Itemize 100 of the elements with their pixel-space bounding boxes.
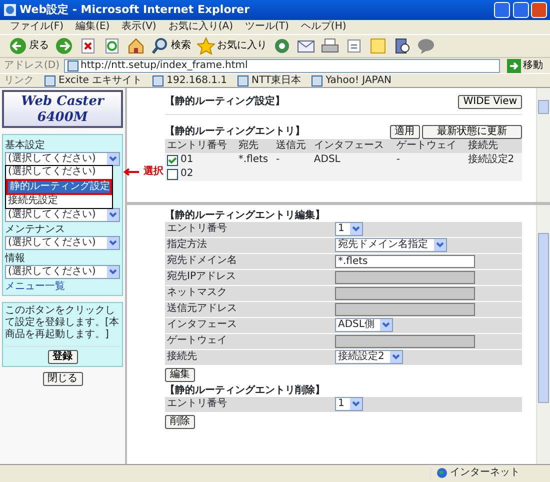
column-header: 送信元 (274, 139, 312, 153)
field-label: エントリ番号 (166, 223, 228, 235)
text-field[interactable] (335, 334, 475, 348)
page-icon (152, 74, 164, 86)
ie-icon (3, 3, 17, 17)
section-title: 【静的ルーティングエントリ削除】 (165, 384, 326, 396)
select-field[interactable]: (選択してください) (5, 152, 120, 166)
address-label: アドレス(D) (4, 60, 60, 72)
globe-icon (436, 467, 448, 479)
delete-button[interactable]: 削除 (165, 415, 195, 429)
field-label: 接続先 (166, 351, 198, 363)
table-cell: ADSL (314, 154, 340, 165)
group-label: 基本設定 (5, 140, 46, 152)
speech-bubble-icon (417, 37, 435, 55)
select-field[interactable]: ADSL側 (335, 318, 394, 332)
note-icon (369, 37, 387, 55)
forward-icon (55, 37, 73, 55)
checkbox[interactable] (167, 154, 178, 166)
select-field[interactable]: 宛先ドメイン名指定 (335, 238, 447, 252)
links-label: リンク (4, 74, 34, 86)
window-title: Web設定 - Microsoft Internet Explorer (20, 3, 251, 17)
field-label: 宛先IPアドレス (166, 271, 237, 283)
minimize-button[interactable] (494, 2, 510, 18)
column-header: 宛先 (236, 139, 274, 153)
checkbox[interactable] (167, 168, 178, 180)
field-label: 送信元アドレス (166, 303, 238, 315)
select-field[interactable]: (選択してください) (5, 264, 120, 278)
column-header: ゲートウェイ (394, 139, 466, 153)
edit-button[interactable]: 編集 (165, 368, 195, 382)
dropdown-option[interactable]: (選択してください) (6, 166, 112, 179)
select-field[interactable]: 1 (335, 222, 364, 236)
menu-list-link[interactable]: メニュー一覧 (5, 281, 120, 293)
arrow-icon (123, 168, 141, 176)
home-icon (127, 37, 145, 55)
select-field[interactable]: 1 (335, 397, 364, 411)
text-field[interactable] (335, 270, 475, 284)
link-item[interactable]: 192.168.1.1 (152, 74, 228, 86)
field-label: 宛先ドメイン名 (166, 255, 238, 267)
maximize-button[interactable] (512, 2, 528, 18)
apply-button[interactable]: 適用 (390, 125, 420, 139)
close-button[interactable]: 閉じる (42, 372, 82, 386)
table-cell: 02 (180, 168, 194, 180)
page-icon (44, 74, 56, 86)
scrollbar[interactable] (536, 205, 550, 464)
link-item[interactable]: Yahoo! JAPAN (311, 74, 392, 86)
wide-view-button[interactable]: WIDE View (458, 95, 522, 109)
refresh-button[interactable]: 最新状態に更新 (422, 125, 522, 139)
select-field[interactable]: (選択してください) (5, 236, 120, 250)
group-label: 情報 (5, 252, 26, 264)
register-button[interactable]: 登録 (48, 350, 78, 364)
link-item[interactable]: Excite エキサイト (44, 74, 142, 86)
menu-item[interactable]: 表示(V) (122, 21, 156, 33)
star-icon (197, 37, 215, 55)
logo: Web Caster 6400M (2, 90, 123, 128)
field-label: ネットマスク (166, 287, 228, 299)
field-label: インタフェース (166, 319, 238, 331)
scrollbar[interactable] (536, 88, 550, 202)
table-cell: 接続設定2 (468, 154, 514, 165)
search-button[interactable]: 検索 (148, 37, 194, 55)
field-label: エントリ番号 (166, 398, 228, 410)
back-button[interactable]: 戻る (6, 37, 52, 55)
printer-icon (321, 37, 339, 55)
status-zone: インターネット (450, 467, 520, 479)
field-label: ゲートウェイ (166, 335, 228, 347)
menu-item[interactable]: お気に入り(A) (168, 21, 233, 33)
document-icon (345, 37, 363, 55)
text-field[interactable] (335, 286, 475, 300)
field-label: 指定方法 (166, 239, 208, 251)
column-header: 接続先 (466, 139, 522, 153)
address-field[interactable]: http://ntt.setup/index_frame.html (64, 58, 500, 72)
menu-item[interactable]: 編集(E) (76, 21, 110, 33)
menu-item[interactable]: ヘルプ(H) (300, 21, 346, 33)
column-header: インタフェース (312, 139, 394, 153)
note-text: このボタンをクリックして設定を登録します。[本商品を再起動します。] (5, 305, 120, 341)
dropdown-option[interactable]: 接続先設定 (6, 195, 112, 208)
page-icon (66, 60, 79, 72)
go-button[interactable]: 移動 (504, 58, 546, 72)
select-field[interactable]: 接続設定2 (335, 350, 404, 364)
page-icon (311, 74, 324, 86)
stop-icon (79, 37, 97, 55)
section-title: 【静的ルーティングエントリ】 (165, 126, 305, 138)
dropdown-option[interactable]: 静的ルーティング設定 (6, 179, 112, 195)
table-cell: - (276, 154, 280, 165)
callout-label: 選択 (144, 166, 164, 178)
text-field[interactable] (335, 302, 475, 316)
column-header: エントリ番号 (165, 139, 236, 153)
page-icon (237, 74, 250, 86)
menu-item[interactable]: ツール(T) (245, 21, 289, 33)
text-field[interactable]: *.flets (335, 254, 475, 268)
menu-item[interactable]: ファイル(F) (10, 21, 64, 33)
table-cell: *.flets (238, 154, 268, 165)
book-icon (393, 37, 411, 55)
group-label: メンテナンス (5, 224, 66, 236)
table-cell: - (396, 154, 400, 165)
search-icon (151, 37, 169, 55)
link-item[interactable]: NTT東日本 (237, 74, 302, 86)
favorites-button[interactable]: お気に入り (194, 37, 270, 55)
back-icon (9, 37, 27, 55)
close-button[interactable] (531, 2, 547, 18)
section-title: 【静的ルーティング設定】 (165, 96, 285, 108)
